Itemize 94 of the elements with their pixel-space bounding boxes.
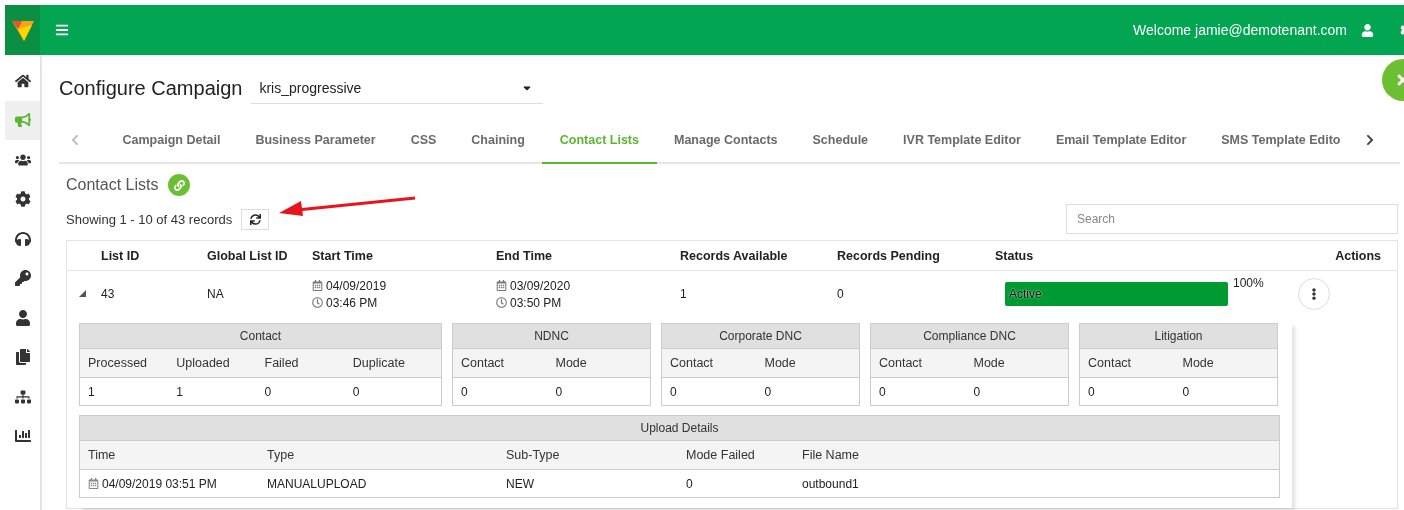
refresh-icon bbox=[249, 213, 261, 225]
percent-text: 100% bbox=[1233, 276, 1264, 290]
table-cell-text: NA bbox=[207, 287, 225, 301]
user-icon[interactable] bbox=[1361, 23, 1374, 37]
column-header: End Time bbox=[496, 248, 554, 263]
bar-chart-icon bbox=[14, 428, 31, 445]
sub-header: Sub-Type bbox=[506, 448, 561, 462]
link-icon bbox=[174, 179, 185, 191]
table-cell-text: 0 bbox=[686, 476, 694, 491]
table-cell-text: 1 bbox=[176, 384, 184, 399]
tab[interactable]: IVR Template Editor bbox=[885, 117, 1039, 164]
group-header: Upload Details bbox=[80, 416, 1279, 440]
table-cell-text: 0 bbox=[837, 287, 845, 301]
sub-header: Mode bbox=[555, 356, 588, 370]
tab[interactable]: Chaining bbox=[453, 117, 543, 164]
sub-header: Time bbox=[88, 448, 117, 462]
table-cell-text: 0 bbox=[764, 384, 773, 399]
tab[interactable]: SMS Template Edito bbox=[1203, 117, 1358, 164]
sub-header: Contact bbox=[879, 356, 924, 370]
page-title: Configure Campaign bbox=[59, 76, 243, 100]
column-header: Records Available bbox=[680, 248, 789, 263]
sub-header: Mode bbox=[764, 356, 797, 370]
sub-header: Mode Failed bbox=[686, 448, 756, 462]
column-header: Status bbox=[995, 248, 1035, 263]
table-cell-text: 0 bbox=[1182, 384, 1191, 399]
sub-header: Processed bbox=[88, 356, 149, 370]
welcome-text: Welcome jamie@demotenant.com bbox=[1133, 22, 1347, 38]
column-header: Start Time bbox=[312, 248, 374, 263]
end-time: 03:50 PM bbox=[510, 295, 562, 310]
table-cell-text: NEW bbox=[506, 476, 535, 491]
column-header: Actions bbox=[1334, 248, 1382, 263]
group-header: NDNC bbox=[453, 324, 650, 348]
calendar-icon bbox=[496, 280, 507, 291]
group-header: Corporate DNC bbox=[662, 324, 859, 348]
headphones-icon bbox=[14, 230, 31, 247]
sub-header: Failed bbox=[264, 356, 300, 370]
sub-header: Uploaded bbox=[176, 356, 231, 370]
group-header: Contact bbox=[80, 324, 441, 348]
collapse-icon[interactable] bbox=[79, 290, 86, 297]
status-label: Active bbox=[1009, 287, 1042, 301]
sub-header: Mode bbox=[973, 356, 1006, 370]
table-cell-text: 0 bbox=[555, 384, 564, 399]
megaphone-icon bbox=[14, 112, 31, 129]
table-cell-text: 0 bbox=[670, 384, 678, 399]
column-header: List ID bbox=[101, 248, 141, 263]
user-icon bbox=[14, 309, 31, 326]
table-cell: 04/09/2019 03:51 PM bbox=[102, 476, 217, 491]
home-icon bbox=[14, 72, 31, 89]
records-count: Showing 1 - 10 of 43 records bbox=[66, 211, 233, 227]
tab[interactable]: CSS bbox=[393, 117, 454, 164]
sub-header: Contact bbox=[670, 356, 715, 370]
table-cell-text: 0 bbox=[264, 384, 273, 399]
start-date: 04/09/2019 bbox=[326, 278, 387, 293]
sub-header: Mode bbox=[1182, 356, 1215, 370]
table-cell-text: 0 bbox=[879, 384, 887, 399]
hierarchy-icon bbox=[14, 388, 31, 405]
column-header: Global List ID bbox=[207, 248, 289, 263]
start-time: 03:46 PM bbox=[326, 295, 378, 310]
table-cell-text: 43 bbox=[101, 287, 116, 301]
chevron-right-icon[interactable] bbox=[1364, 133, 1376, 146]
table-cell-text: 1 bbox=[88, 384, 96, 399]
clock-icon bbox=[312, 297, 323, 308]
table-cell-text: 0 bbox=[973, 384, 982, 399]
tab[interactable]: Email Template Editor bbox=[1038, 117, 1204, 164]
sub-header: Type bbox=[267, 448, 296, 462]
tab[interactable]: Business Parameter bbox=[237, 117, 394, 164]
calendar-icon bbox=[312, 280, 323, 291]
group-header: Litigation bbox=[1080, 324, 1277, 348]
sub-header: Contact bbox=[1088, 356, 1133, 370]
actions-button[interactable] bbox=[1298, 278, 1330, 310]
table-cell-text: 0 bbox=[461, 384, 469, 399]
tab[interactable]: Schedule bbox=[795, 117, 886, 164]
clock-icon bbox=[496, 297, 507, 308]
campaign-select[interactable]: kris_progressive bbox=[251, 72, 544, 104]
sub-header: Duplicate bbox=[352, 356, 406, 370]
table-cell-text: 0 bbox=[352, 384, 361, 399]
table-cell-text: 1 bbox=[680, 287, 688, 301]
search-field[interactable]: Search bbox=[1066, 204, 1398, 234]
calendar-icon bbox=[88, 478, 99, 489]
sub-header: Contact bbox=[461, 356, 506, 370]
group-header: Compliance DNC bbox=[871, 324, 1068, 348]
table-cell-text: 0 bbox=[1088, 384, 1096, 399]
menu-icon[interactable] bbox=[55, 23, 69, 37]
tab[interactable]: Manage Contacts bbox=[656, 117, 795, 164]
column-header: Records Pending bbox=[837, 248, 941, 263]
end-date: 03/09/2020 bbox=[510, 278, 571, 293]
documents-icon bbox=[14, 349, 31, 366]
table-cell-text: outbound1 bbox=[802, 476, 860, 491]
refresh-button[interactable] bbox=[241, 208, 270, 230]
tab[interactable]: Campaign Detail bbox=[105, 117, 238, 164]
sub-header: File Name bbox=[802, 448, 860, 462]
section-title: Contact Lists bbox=[66, 176, 159, 194]
key-icon bbox=[14, 270, 31, 287]
table-cell-text: MANUALUPLOAD bbox=[267, 476, 368, 491]
